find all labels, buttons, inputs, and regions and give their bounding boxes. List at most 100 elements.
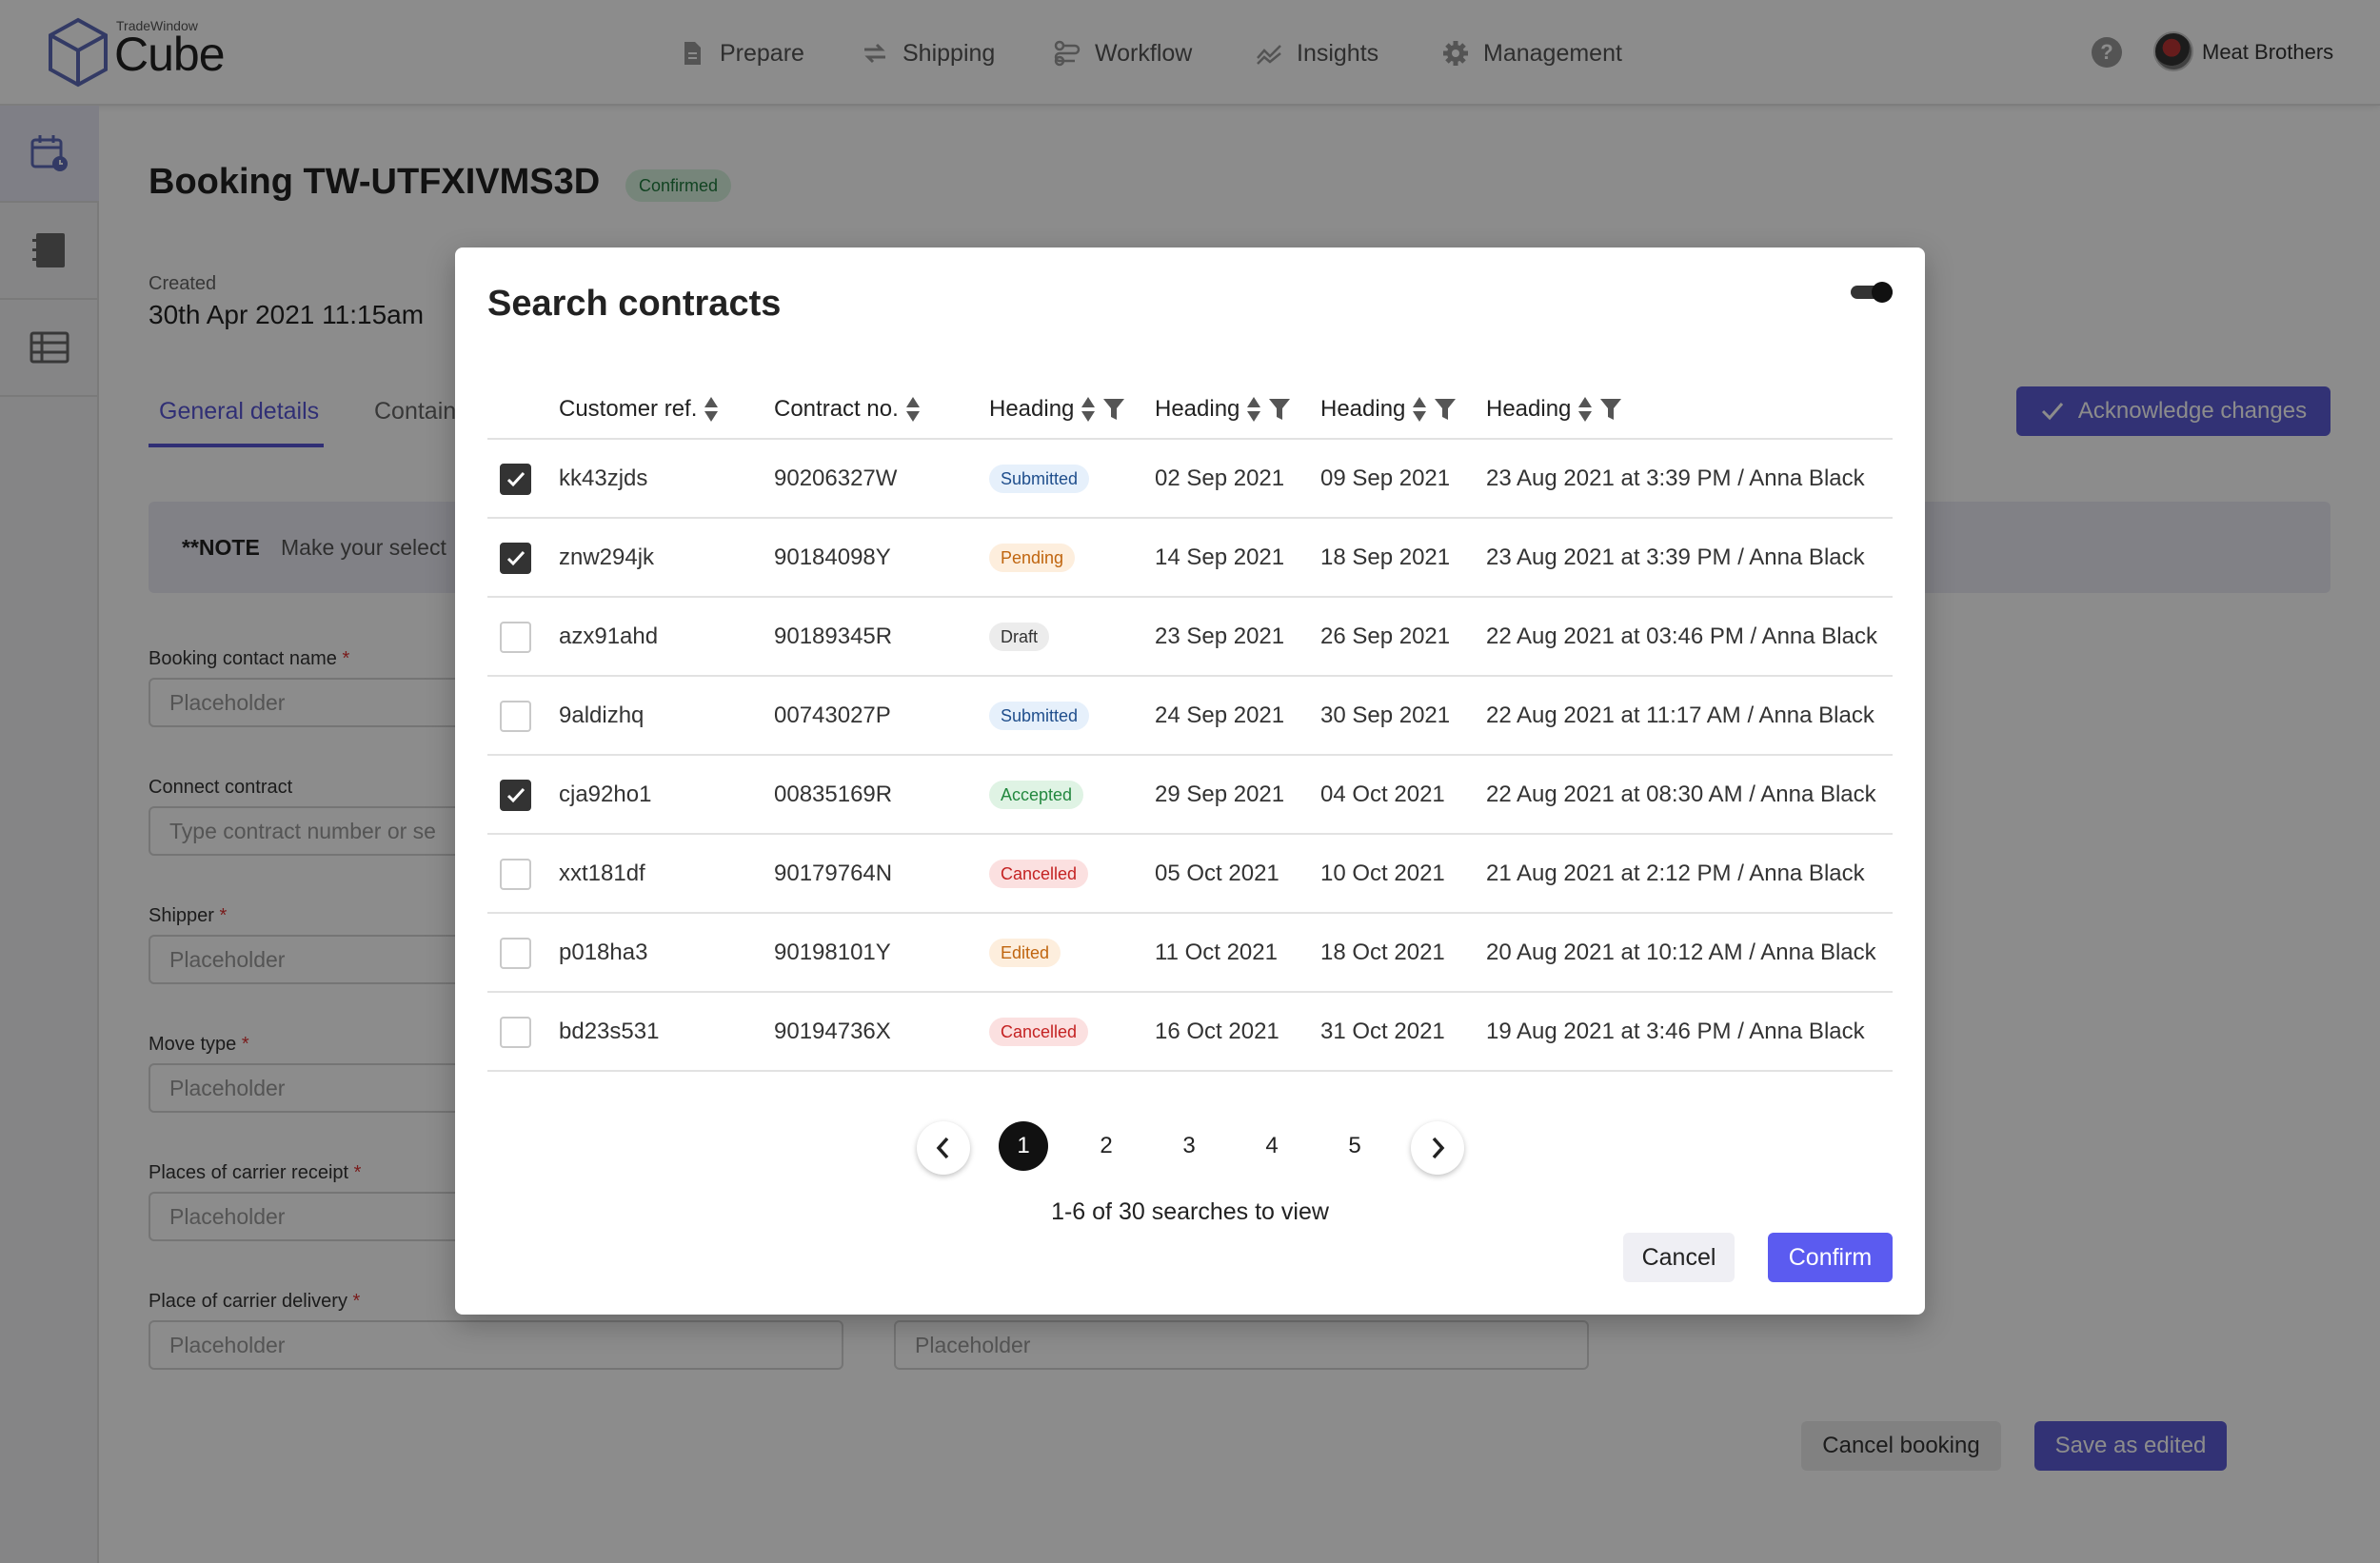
column-header-updated[interactable]: Heading: [1486, 394, 1622, 425]
status-pill: Edited: [989, 939, 1061, 967]
status-pill: Accepted: [989, 781, 1084, 809]
column-header-label: Customer ref.: [559, 396, 698, 422]
customer-ref-cell: kk43zjds: [559, 465, 648, 491]
date-end-cell: 26 Sep 2021: [1320, 623, 1451, 649]
column-header-date-2[interactable]: Heading: [1320, 394, 1457, 425]
column-header-label: Heading: [1155, 396, 1240, 422]
column-header-customer-ref[interactable]: Customer ref.: [559, 394, 720, 425]
sort-icon[interactable]: [1080, 395, 1097, 424]
date-start-cell: 16 Oct 2021: [1155, 1019, 1279, 1044]
status-pill: Draft: [989, 623, 1050, 651]
column-header-status[interactable]: Heading: [989, 394, 1125, 425]
row-checkbox[interactable]: [500, 780, 531, 811]
contract-no-cell: 90184098Y: [774, 544, 891, 570]
status-pill: Cancelled: [989, 1018, 1089, 1046]
date-end-cell: 30 Sep 2021: [1320, 702, 1451, 728]
contract-no-cell: 90194736X: [774, 1019, 891, 1044]
table-row[interactable]: znw294jk 90184098Y Pending 14 Sep 2021 1…: [487, 519, 1893, 598]
contract-no-cell: 90198101Y: [774, 940, 891, 965]
filter-icon[interactable]: [1268, 396, 1291, 423]
modal-confirm-button[interactable]: Confirm: [1768, 1233, 1893, 1282]
modal-cancel-button[interactable]: Cancel: [1623, 1233, 1735, 1282]
column-header-label: Heading: [1320, 396, 1406, 422]
date-start-cell: 14 Sep 2021: [1155, 544, 1285, 570]
table-row[interactable]: azx91ahd 90189345R Draft 23 Sep 2021 26 …: [487, 598, 1893, 677]
page-number[interactable]: 4: [1247, 1121, 1297, 1171]
updated-cell: 22 Aug 2021 at 11:17 AM / Anna Black: [1486, 702, 1874, 728]
table-row[interactable]: 9aldizhq 00743027P Submitted 24 Sep 2021…: [487, 677, 1893, 756]
contract-no-cell: 90206327W: [774, 465, 898, 491]
row-checkbox[interactable]: [500, 859, 531, 890]
search-contracts-modal: Search contracts Customer ref. Contract …: [455, 247, 1925, 1315]
sort-icon[interactable]: [904, 395, 922, 424]
date-start-cell: 11 Oct 2021: [1155, 940, 1278, 965]
chevron-left-icon: [936, 1137, 949, 1159]
customer-ref-cell: znw294jk: [559, 544, 655, 570]
table-row[interactable]: p018ha3 90198101Y Edited 11 Oct 2021 18 …: [487, 914, 1893, 993]
filter-icon[interactable]: [1599, 396, 1622, 423]
table-row[interactable]: kk43zjds 90206327W Submitted 02 Sep 2021…: [487, 440, 1893, 519]
sort-icon[interactable]: [1245, 395, 1262, 424]
filter-icon[interactable]: [1102, 396, 1125, 423]
row-checkbox[interactable]: [500, 622, 531, 653]
date-start-cell: 02 Sep 2021: [1155, 465, 1285, 491]
row-checkbox[interactable]: [500, 938, 531, 969]
sort-icon[interactable]: [703, 395, 720, 424]
date-start-cell: 24 Sep 2021: [1155, 702, 1285, 728]
page-number[interactable]: 2: [1081, 1121, 1131, 1171]
contract-no-cell: 00835169R: [774, 782, 893, 807]
chevron-right-icon: [1432, 1137, 1445, 1159]
column-header-contract-no[interactable]: Contract no.: [774, 394, 922, 425]
checkmark-icon: [506, 787, 526, 803]
customer-ref-cell: bd23s531: [559, 1019, 660, 1044]
sort-icon[interactable]: [1411, 395, 1428, 424]
date-start-cell: 23 Sep 2021: [1155, 623, 1285, 649]
customer-ref-cell: xxt181df: [559, 861, 645, 886]
pagination-summary: 1-6 of 30 searches to view: [1051, 1198, 1329, 1225]
page-number[interactable]: 1: [999, 1121, 1048, 1171]
updated-cell: 20 Aug 2021 at 10:12 AM / Anna Black: [1486, 940, 1876, 965]
date-start-cell: 29 Sep 2021: [1155, 782, 1285, 807]
status-pill: Pending: [989, 544, 1076, 572]
view-toggle[interactable]: [1851, 282, 1894, 303]
customer-ref-cell: cja92ho1: [559, 782, 652, 807]
sort-icon[interactable]: [1577, 395, 1594, 424]
column-header-label: Contract no.: [774, 396, 899, 422]
column-header-label: Heading: [989, 396, 1075, 422]
column-header-date-1[interactable]: Heading: [1155, 394, 1291, 425]
row-checkbox[interactable]: [500, 543, 531, 574]
date-end-cell: 31 Oct 2021: [1320, 1019, 1445, 1044]
next-page-button[interactable]: [1411, 1121, 1464, 1175]
checkmark-icon: [506, 471, 526, 487]
row-checkbox[interactable]: [500, 464, 531, 495]
page-number[interactable]: 3: [1164, 1121, 1214, 1171]
date-end-cell: 09 Sep 2021: [1320, 465, 1451, 491]
table-row[interactable]: cja92ho1 00835169R Accepted 29 Sep 2021 …: [487, 756, 1893, 835]
row-checkbox[interactable]: [500, 701, 531, 732]
contract-no-cell: 90179764N: [774, 861, 893, 886]
customer-ref-cell: azx91ahd: [559, 623, 659, 649]
date-end-cell: 10 Oct 2021: [1320, 861, 1445, 886]
filter-icon[interactable]: [1434, 396, 1457, 423]
table-header: Customer ref. Contract no. Heading Headi…: [487, 381, 1893, 440]
column-header-label: Heading: [1486, 396, 1572, 422]
prev-page-button[interactable]: [917, 1121, 970, 1175]
updated-cell: 23 Aug 2021 at 3:39 PM / Anna Black: [1486, 544, 1865, 570]
updated-cell: 23 Aug 2021 at 3:39 PM / Anna Black: [1486, 465, 1865, 491]
status-pill: Submitted: [989, 702, 1090, 730]
updated-cell: 22 Aug 2021 at 08:30 AM / Anna Black: [1486, 782, 1876, 807]
checkmark-icon: [506, 550, 526, 566]
contract-no-cell: 90189345R: [774, 623, 893, 649]
page-number[interactable]: 5: [1330, 1121, 1379, 1171]
status-pill: Cancelled: [989, 860, 1089, 888]
date-end-cell: 18 Sep 2021: [1320, 544, 1451, 570]
table-row[interactable]: bd23s531 90194736X Cancelled 16 Oct 2021…: [487, 993, 1893, 1072]
modal-title: Search contracts: [487, 284, 782, 324]
row-checkbox[interactable]: [500, 1017, 531, 1048]
table-row[interactable]: xxt181df 90179764N Cancelled 05 Oct 2021…: [487, 835, 1893, 914]
updated-cell: 19 Aug 2021 at 3:46 PM / Anna Black: [1486, 1019, 1865, 1044]
date-end-cell: 04 Oct 2021: [1320, 782, 1445, 807]
date-start-cell: 05 Oct 2021: [1155, 861, 1279, 886]
status-pill: Submitted: [989, 465, 1090, 493]
date-end-cell: 18 Oct 2021: [1320, 940, 1445, 965]
